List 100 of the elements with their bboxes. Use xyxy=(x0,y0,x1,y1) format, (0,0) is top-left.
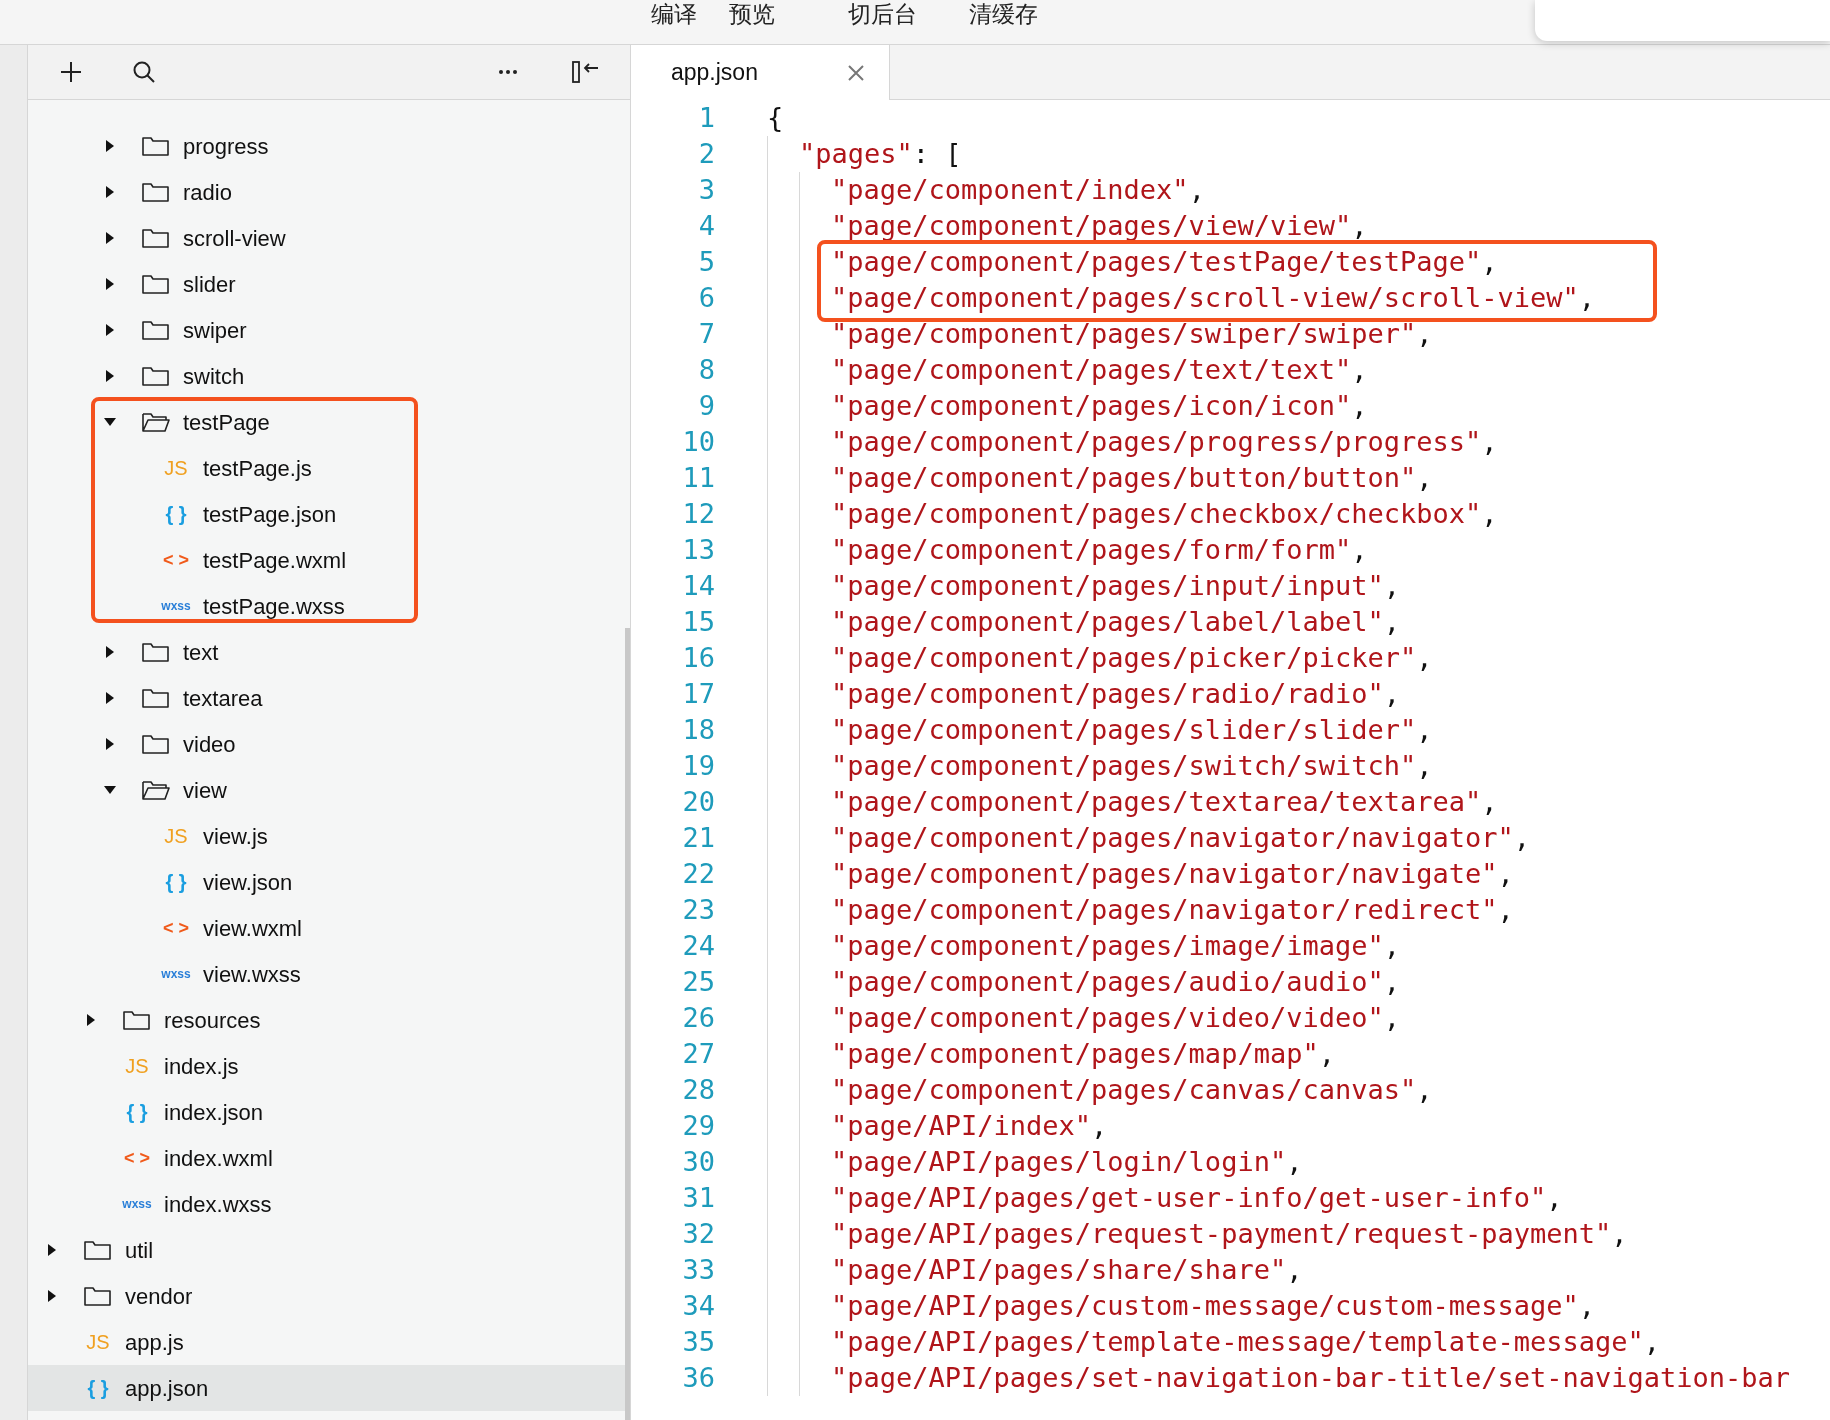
line-number: 8 xyxy=(697,353,715,387)
file-type-icon: JS xyxy=(161,453,191,483)
close-icon[interactable] xyxy=(847,63,865,82)
code-line: "page/component/pages/text/text", xyxy=(831,353,1368,387)
file-name: video xyxy=(183,730,236,759)
folder-row[interactable]: slider xyxy=(28,261,625,307)
line-number: 14 xyxy=(681,569,715,603)
file-row[interactable]: JS testPage.js xyxy=(28,445,625,491)
folder-row[interactable]: progress xyxy=(28,123,625,169)
file-name: testPage.wxss xyxy=(203,592,345,621)
folder-icon xyxy=(141,134,171,158)
line-number: 29 xyxy=(681,1109,715,1143)
code-line: "page/component/pages/audio/audio", xyxy=(831,965,1400,999)
add-icon[interactable] xyxy=(60,61,82,83)
more-icon[interactable] xyxy=(498,69,518,75)
file-type-icon: JS xyxy=(161,821,191,851)
file-row[interactable]: wxss view.wxss xyxy=(28,951,625,997)
folder-icon xyxy=(141,640,171,664)
folder-row[interactable]: resources xyxy=(28,997,625,1043)
folder-row[interactable]: scroll-view xyxy=(28,215,625,261)
code-line: "page/component/pages/input/input", xyxy=(831,569,1400,603)
code-line: "page/component/pages/navigator/navigator", xyxy=(831,821,1530,855)
file-name: radio xyxy=(183,178,232,207)
folder-icon xyxy=(122,1008,152,1032)
file-row[interactable]: { } view.json xyxy=(28,859,625,905)
file-row[interactable]: JS index.js xyxy=(28,1043,625,1089)
line-number: 15 xyxy=(681,605,715,639)
code-line: "page/component/pages/video/video", xyxy=(831,1001,1400,1035)
folder-row[interactable]: textarea xyxy=(28,675,625,721)
line-number: 36 xyxy=(681,1361,715,1395)
folder-row[interactable]: testPage xyxy=(28,399,625,445)
code-line: "page/component/pages/form/form", xyxy=(831,533,1368,567)
line-number: 28 xyxy=(681,1073,715,1107)
code-line: "page/API/pages/set-navigation-bar-title/set-navigation-bar xyxy=(831,1361,1791,1395)
file-type-icon: { } xyxy=(161,499,191,529)
file-type-icon: { } xyxy=(83,1373,113,1403)
line-number: 9 xyxy=(697,389,715,423)
file-type-icon: JS xyxy=(83,1327,113,1357)
file-row[interactable]: < > testPage.wxml xyxy=(28,537,625,583)
code-line: "page/component/pages/textarea/textarea", xyxy=(831,785,1498,819)
file-row[interactable]: wxss testPage.wxss xyxy=(28,583,625,629)
file-row[interactable]: < > view.wxml xyxy=(28,905,625,951)
file-type-icon: JS xyxy=(122,1051,152,1081)
line-number: 4 xyxy=(697,209,715,243)
file-name: progress xyxy=(183,132,269,161)
line-number: 34 xyxy=(681,1289,715,1323)
folder-row[interactable]: view xyxy=(28,767,625,813)
code-line: "page/component/pages/scroll-view/scroll-view", xyxy=(831,281,1595,315)
file-name: view.json xyxy=(203,868,293,897)
file-name: app.json xyxy=(125,1374,209,1403)
file-row[interactable]: JS app.js xyxy=(28,1319,625,1365)
toolbar-button[interactable]: 清缓存 xyxy=(969,0,1038,28)
file-row[interactable]: { } app.json xyxy=(28,1365,625,1411)
toolbar-button[interactable]: 切后台 xyxy=(848,0,917,28)
code-line: "page/component/pages/map/map", xyxy=(831,1037,1335,1071)
line-number: 27 xyxy=(681,1037,715,1071)
folder-row[interactable]: radio xyxy=(28,169,625,215)
line-number: 20 xyxy=(681,785,715,819)
folder-icon xyxy=(141,180,171,204)
line-number: 11 xyxy=(681,461,715,495)
file-row[interactable]: < > index.wxml xyxy=(28,1135,625,1181)
file-name: vendor xyxy=(125,1282,193,1311)
file-name: view.js xyxy=(203,822,268,851)
folder-row[interactable]: switch xyxy=(28,353,625,399)
code-line: "page/component/pages/picker/picker", xyxy=(831,641,1433,675)
folder-row[interactable]: swiper xyxy=(28,307,625,353)
collapse-panel-icon[interactable] xyxy=(571,59,601,85)
search-icon[interactable] xyxy=(132,60,156,84)
folder-icon xyxy=(141,364,171,388)
folder-row[interactable]: video xyxy=(28,721,625,767)
editor-tab[interactable]: app.json xyxy=(631,45,890,100)
folder-row[interactable]: util xyxy=(28,1227,625,1273)
file-name: testPage.js xyxy=(203,454,312,483)
toolbar-button[interactable]: 编译 xyxy=(651,0,697,28)
file-row[interactable]: { } index.json xyxy=(28,1089,625,1135)
code-line: "page/API/pages/template-message/template-message", xyxy=(831,1325,1661,1359)
code-line: "page/component/pages/switch/switch", xyxy=(831,749,1433,783)
line-number: 19 xyxy=(681,749,715,783)
line-number: 30 xyxy=(681,1145,715,1179)
code-line: "page/API/index", xyxy=(831,1109,1108,1143)
line-number: 22 xyxy=(681,857,715,891)
line-number: 2 xyxy=(697,137,715,171)
open-folder-icon xyxy=(141,778,171,802)
toolbar-button[interactable]: 预览 xyxy=(729,0,775,28)
folder-icon xyxy=(141,318,171,342)
file-type-icon: wxss xyxy=(122,1195,152,1213)
file-name: index.wxml xyxy=(164,1144,273,1173)
file-row[interactable]: wxss index.wxss xyxy=(28,1181,625,1227)
line-number: 7 xyxy=(697,317,715,351)
code-line: "page/component/pages/swiper/swiper", xyxy=(831,317,1433,351)
code-line: "page/component/pages/image/image", xyxy=(831,929,1400,963)
file-type-icon: wxss xyxy=(161,965,191,983)
file-row[interactable]: { } testPage.json xyxy=(28,491,625,537)
file-name: switch xyxy=(183,362,245,391)
folder-row[interactable]: text xyxy=(28,629,625,675)
folder-row[interactable]: vendor xyxy=(28,1273,625,1319)
file-name: index.wxss xyxy=(164,1190,272,1219)
scrollbar[interactable] xyxy=(625,628,630,1420)
file-row[interactable]: JS view.js xyxy=(28,813,625,859)
line-number: 10 xyxy=(681,425,715,459)
